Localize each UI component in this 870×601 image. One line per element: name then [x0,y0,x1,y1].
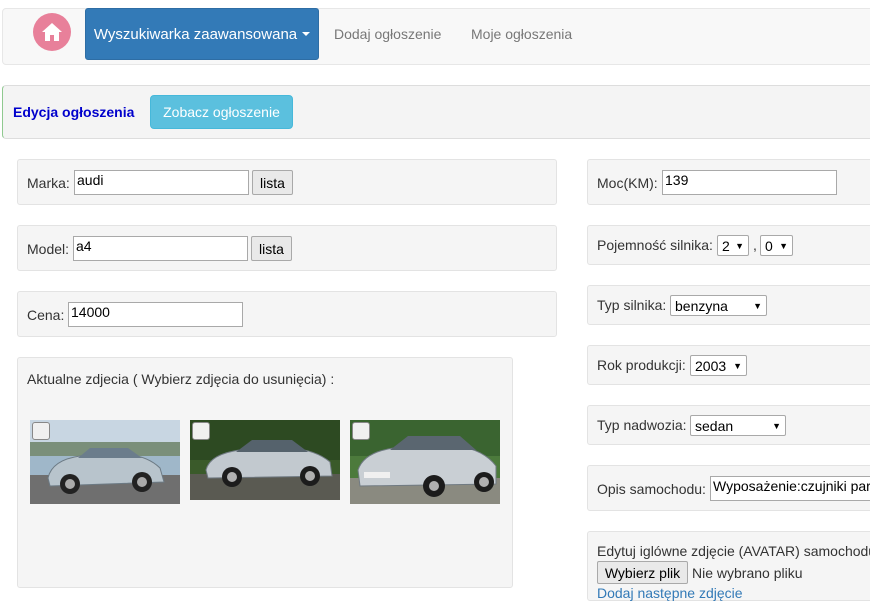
navbar: Wyszukiwarka zaawansowana Dodaj ogłoszen… [2,8,870,65]
car-photo-2 [190,420,340,500]
description-label: Opis samochodu: [597,481,706,497]
price-panel: Cena: 14000 [17,291,557,337]
dropdown-arrow-icon: ▼ [772,420,781,431]
brand-input[interactable]: audi [74,170,249,195]
advanced-search-label: Wyszukiwarka zaawansowana [93,25,298,43]
price-label: Cena: [27,307,65,323]
year-value: 2003 [695,357,727,374]
nav-my-listings[interactable]: Moje ogłoszenia [471,9,572,59]
home-button[interactable] [33,13,71,51]
photo-3-checkbox[interactable] [352,422,370,440]
engine-capacity-major-value: 2 [722,237,730,254]
choose-file-button[interactable]: Wybierz plik [597,561,688,584]
brand-list-button[interactable]: lista [252,170,293,195]
year-select[interactable]: 2003 ▼ [690,355,747,376]
photos-panel: Aktualne zdjecia ( Wybierz zdjęcia do us… [17,357,513,588]
advanced-search-dropdown[interactable]: Wyszukiwarka zaawansowana [85,8,319,60]
model-list-button[interactable]: lista [251,236,292,261]
engine-type-select[interactable]: benzyna ▼ [670,295,767,316]
home-icon [42,23,62,41]
photo-2-checkbox[interactable] [192,422,210,440]
caret-down-icon [302,32,311,36]
year-label: Rok produkcji: [597,357,686,373]
nav-add-listing[interactable]: Dodaj ogłoszenie [334,9,441,59]
description-input[interactable]: Wyposażenie:czujniki parl [710,476,870,501]
price-input[interactable]: 14000 [68,302,243,327]
engine-type-label: Typ silnika: [597,297,667,313]
avatar-panel: Edytuj iglówne zdjęcie (AVATAR) samochod… [587,531,870,601]
photos-label: Aktualne zdjecia ( Wybierz zdjęcia do us… [27,371,335,387]
car-photo-3 [350,420,500,504]
no-file-chosen-text: Nie wybrano pliku [692,565,803,581]
power-input[interactable]: 139 [662,170,837,195]
avatar-label: Edytuj iglówne zdjęcie (AVATAR) samochod… [597,543,870,559]
add-next-photo-link[interactable]: Dodaj następne zdjęcie [597,585,743,601]
engine-capacity-minor-select[interactable]: 0 ▼ [760,235,793,256]
edit-header-bar: Edycja ogłoszenia Zobacz ogłoszenie [2,85,870,139]
model-label: Model: [27,241,70,257]
model-panel: Model: a4 lista [17,225,557,271]
engine-capacity-minor-value: 0 [765,237,773,254]
dropdown-arrow-icon: ▼ [779,240,788,251]
photo-1-checkbox[interactable] [32,422,50,440]
body-type-label: Typ nadwozia: [597,417,687,433]
page-title: Edycja ogłoszenia [13,104,135,120]
view-listing-button[interactable]: Zobacz ogłoszenie [150,95,293,129]
power-panel: Moc(KM): 139 [587,159,870,205]
body-type-select[interactable]: sedan ▼ [690,415,786,436]
car-photo-1 [30,420,180,504]
brand-label: Marka: [27,175,70,191]
engine-capacity-separator: , [753,237,757,253]
dropdown-arrow-icon: ▼ [735,240,744,251]
engine-type-value: benzyna [675,297,728,314]
description-panel: Opis samochodu: Wyposażenie:czujniki par… [587,465,870,511]
dropdown-arrow-icon: ▼ [733,360,742,371]
body-type-value: sedan [695,417,734,434]
engine-type-panel: Typ silnika: benzyna ▼ [587,285,870,325]
year-panel: Rok produkcji: 2003 ▼ [587,345,870,385]
dropdown-arrow-icon: ▼ [753,300,762,311]
brand-panel: Marka: audi lista [17,159,557,205]
engine-capacity-label: Pojemność silnika: [597,237,713,253]
body-type-panel: Typ nadwozia: sedan ▼ [587,405,870,445]
engine-capacity-panel: Pojemność silnika: 2 ▼ , 0 ▼ [587,225,870,265]
engine-capacity-major-select[interactable]: 2 ▼ [717,235,749,256]
power-label: Moc(KM): [597,175,658,191]
model-input[interactable]: a4 [73,236,248,261]
